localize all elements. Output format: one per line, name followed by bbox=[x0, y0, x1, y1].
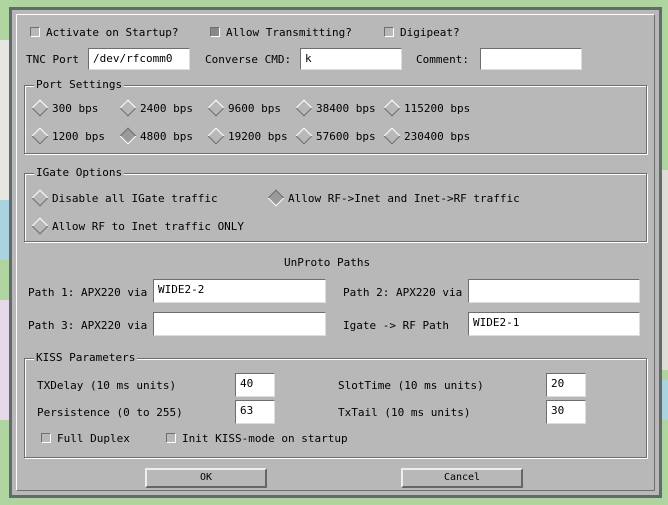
comment-label: Comment: bbox=[416, 53, 469, 66]
path2-input[interactable] bbox=[468, 279, 640, 303]
converse-cmd-label: Converse CMD: bbox=[205, 53, 292, 66]
port-settings-title: Port Settings bbox=[34, 78, 125, 91]
converse-cmd-input[interactable] bbox=[300, 48, 402, 70]
allow-transmitting-checkbox[interactable]: Allow Transmitting? bbox=[210, 26, 352, 39]
persistence-input[interactable] bbox=[235, 400, 275, 424]
radio-icon bbox=[31, 217, 49, 235]
digipeat-checkbox[interactable]: Digipeat? bbox=[384, 26, 460, 39]
radio-icon bbox=[295, 127, 313, 145]
kiss-parameters-group: KISS Parameters TXDelay (10 ms units) Pe… bbox=[24, 351, 647, 458]
igate-rf-path-input[interactable] bbox=[468, 312, 640, 336]
tnc-config-dialog: Activate on Startup? Allow Transmitting?… bbox=[9, 7, 662, 498]
txtail-input[interactable] bbox=[546, 400, 586, 424]
baud-option[interactable]: 1200 bps bbox=[31, 127, 105, 145]
radio-icon bbox=[119, 99, 137, 117]
path3-input[interactable] bbox=[153, 312, 326, 336]
checkbox-icon bbox=[384, 27, 394, 37]
path3-label: Path 3: APX220 via bbox=[28, 319, 148, 332]
kiss-parameters-title: KISS Parameters bbox=[34, 351, 138, 364]
baud-option[interactable]: 38400 bps bbox=[295, 99, 376, 117]
igate-option-disable-all[interactable]: Disable all IGate traffic bbox=[31, 189, 218, 207]
checkbox-checked-icon bbox=[210, 27, 220, 37]
path1-input[interactable] bbox=[153, 279, 326, 303]
radio-icon bbox=[207, 99, 225, 117]
igate-option-bidirectional[interactable]: Allow RF->Inet and Inet->RF traffic bbox=[267, 189, 520, 207]
radio-icon bbox=[383, 127, 401, 145]
radio-icon bbox=[383, 99, 401, 117]
radio-icon bbox=[295, 99, 313, 117]
radio-selected-icon bbox=[119, 127, 137, 145]
cancel-button[interactable]: Cancel bbox=[401, 468, 523, 488]
checkbox-icon bbox=[166, 433, 176, 443]
igate-option-rf-to-inet-only[interactable]: Allow RF to Inet traffic ONLY bbox=[31, 217, 244, 235]
tnc-port-input[interactable] bbox=[88, 48, 190, 70]
path2-label: Path 2: APX220 via bbox=[343, 286, 463, 299]
baud-option[interactable]: 9600 bps bbox=[207, 99, 281, 117]
radio-icon bbox=[207, 127, 225, 145]
igate-rf-path-label: Igate -> RF Path bbox=[343, 319, 449, 332]
full-duplex-checkbox[interactable]: Full Duplex bbox=[41, 432, 130, 445]
comment-input[interactable] bbox=[480, 48, 582, 70]
igate-options-title: IGate Options bbox=[34, 166, 125, 179]
baud-option[interactable]: 115200 bps bbox=[383, 99, 470, 117]
tnc-port-label: TNC Port bbox=[26, 53, 79, 66]
radio-icon bbox=[31, 189, 49, 207]
radio-selected-icon bbox=[267, 189, 285, 207]
unproto-paths-title: UnProto Paths bbox=[284, 256, 371, 269]
checkbox-icon bbox=[41, 433, 51, 443]
baud-option-selected[interactable]: 4800 bps bbox=[119, 127, 193, 145]
path1-label: Path 1: APX220 via bbox=[28, 286, 148, 299]
baud-option[interactable]: 300 bps bbox=[31, 99, 98, 117]
activate-on-startup-checkbox[interactable]: Activate on Startup? bbox=[30, 26, 178, 39]
igate-options-group: IGate Options Disable all IGate traffic … bbox=[24, 166, 647, 242]
txdelay-label: TXDelay (10 ms units) bbox=[37, 379, 177, 392]
radio-icon bbox=[31, 127, 49, 145]
port-settings-group: Port Settings 300 bps 2400 bps 9600 bps … bbox=[24, 78, 647, 154]
baud-option[interactable]: 57600 bps bbox=[295, 127, 376, 145]
radio-icon bbox=[31, 99, 49, 117]
ok-button[interactable]: OK bbox=[145, 468, 267, 488]
slottime-input[interactable] bbox=[546, 373, 586, 397]
baud-option[interactable]: 19200 bps bbox=[207, 127, 288, 145]
checkbox-icon bbox=[30, 27, 40, 37]
slottime-label: SlotTime (10 ms units) bbox=[338, 379, 484, 392]
txtail-label: TxTail (10 ms units) bbox=[338, 406, 471, 419]
baud-option[interactable]: 2400 bps bbox=[119, 99, 193, 117]
baud-option[interactable]: 230400 bps bbox=[383, 127, 470, 145]
init-kiss-checkbox[interactable]: Init KISS-mode on startup bbox=[166, 432, 348, 445]
txdelay-input[interactable] bbox=[235, 373, 275, 397]
persistence-label: Persistence (0 to 255) bbox=[37, 406, 183, 419]
